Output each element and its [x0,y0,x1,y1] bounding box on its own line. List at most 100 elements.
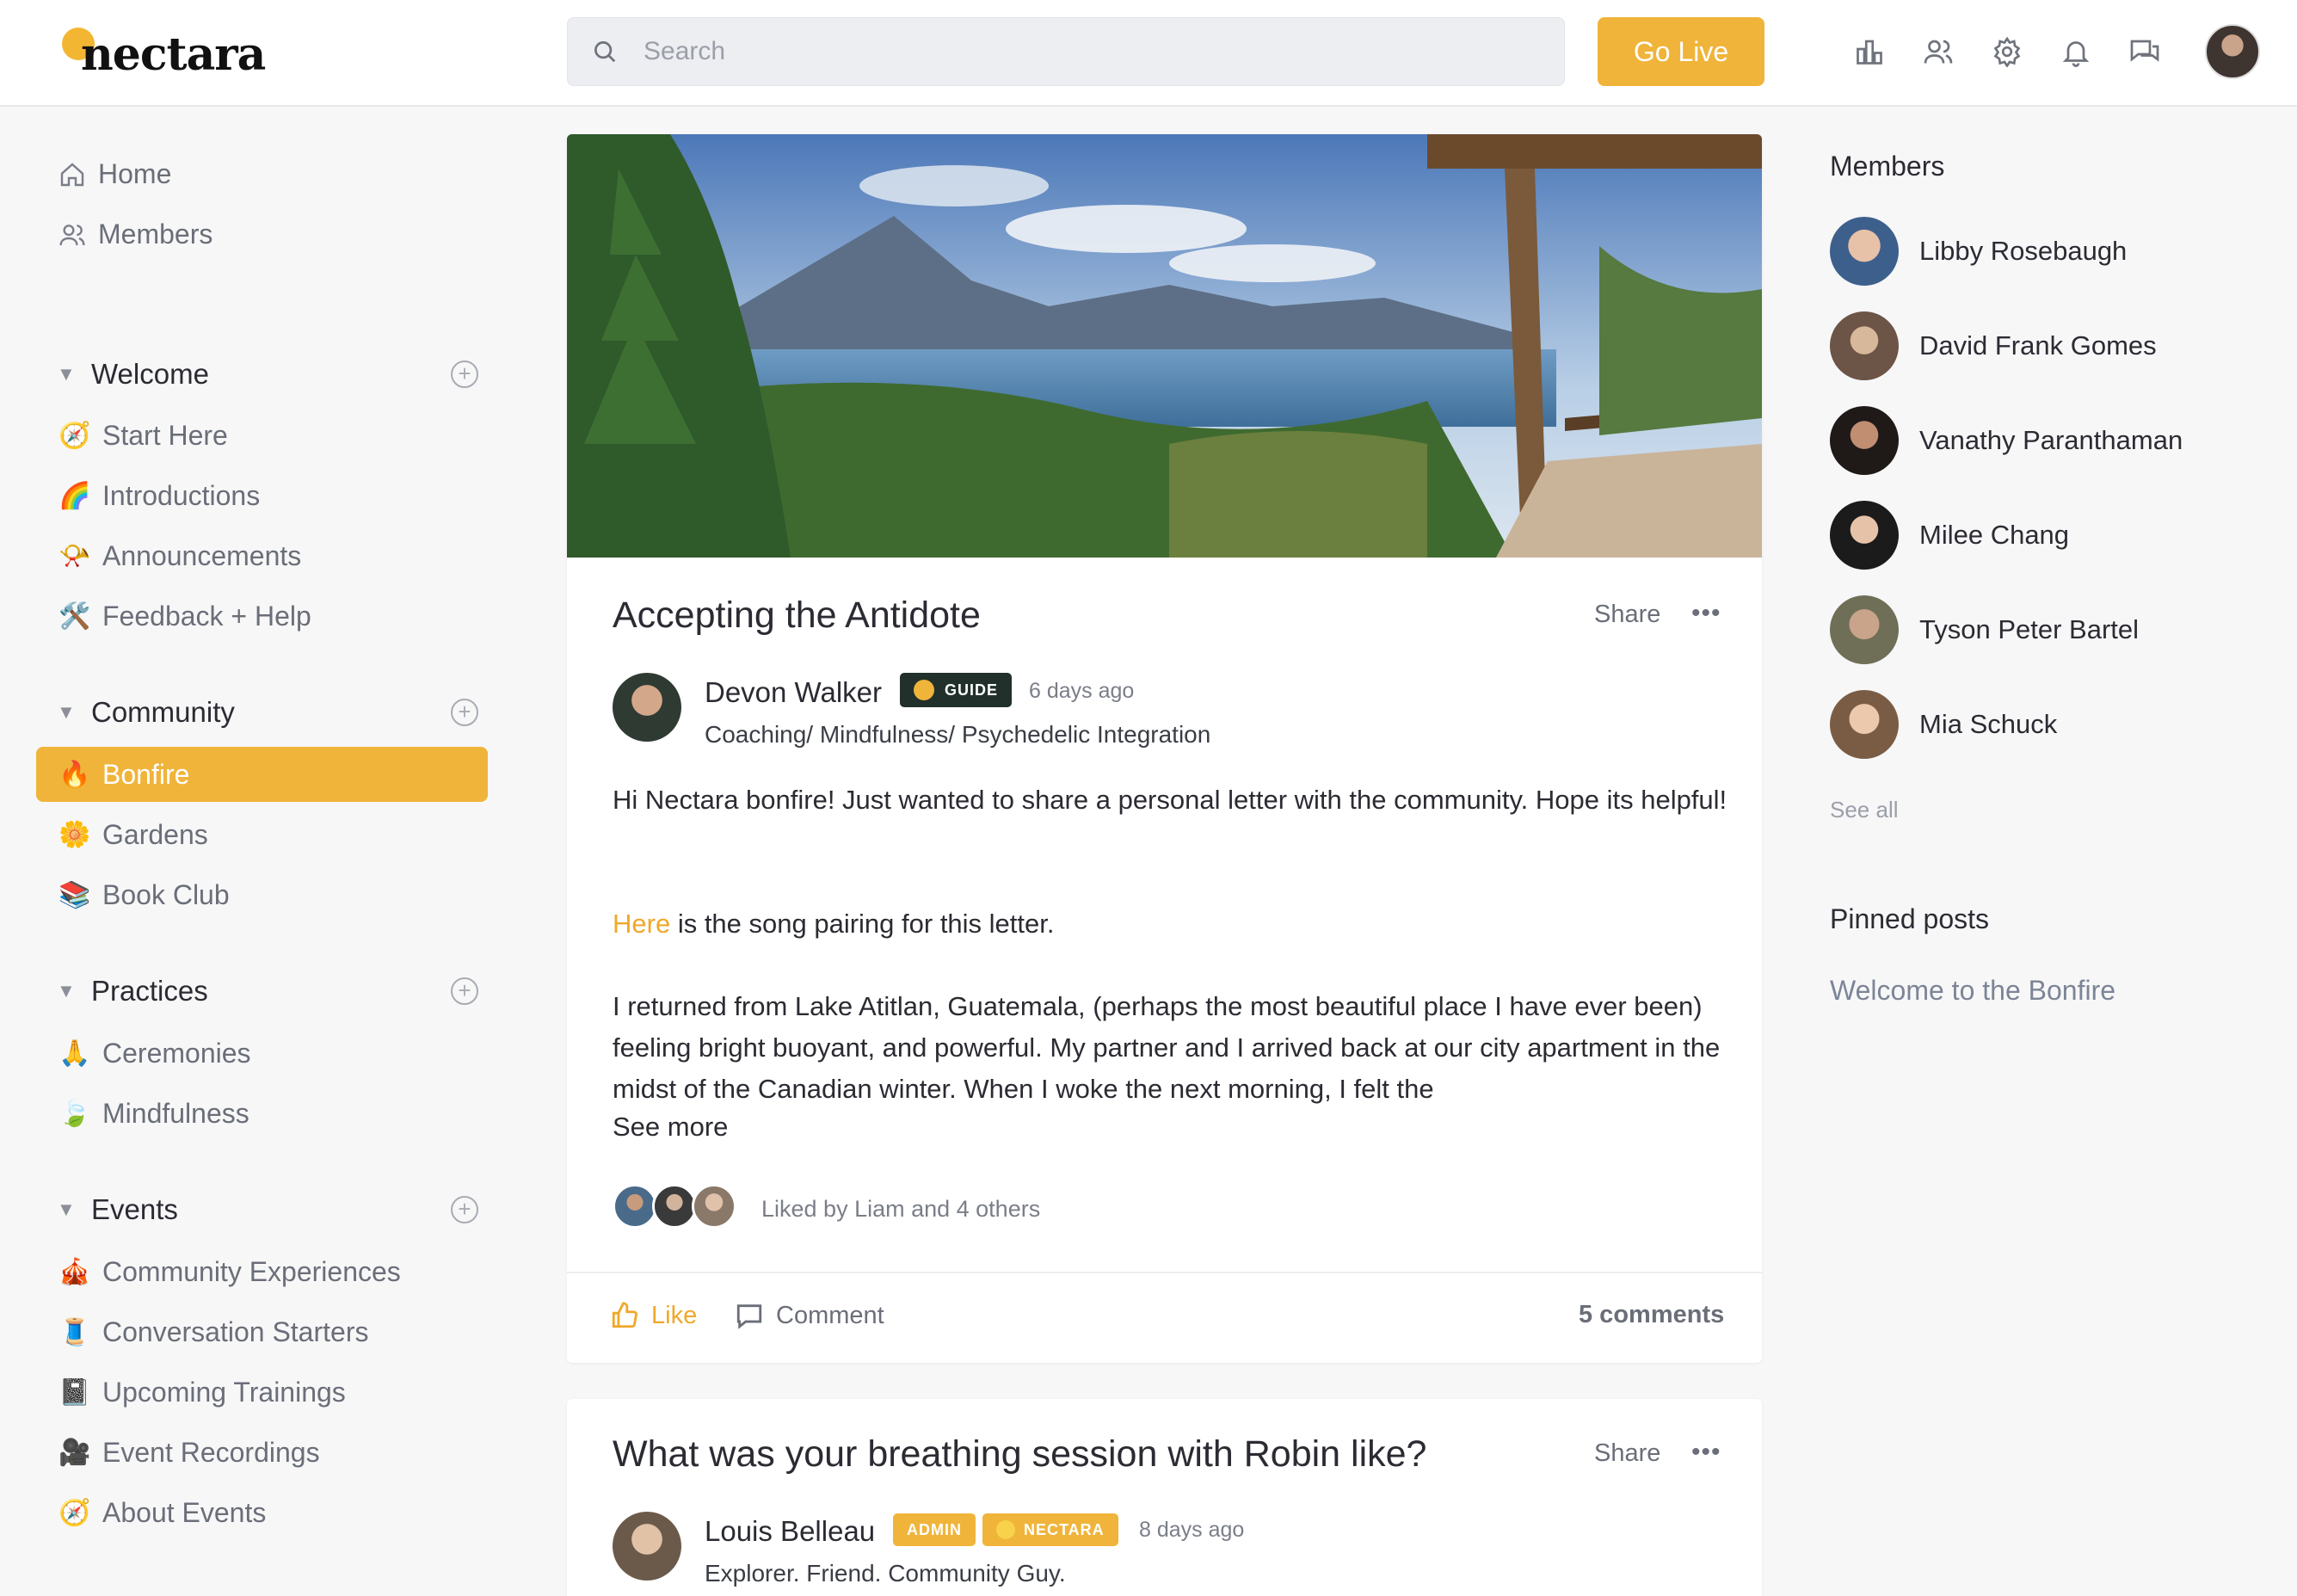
author-avatar[interactable] [613,673,681,742]
channel-introductions[interactable]: 🌈 Introductions [59,480,260,512]
song-link[interactable]: Here [613,909,670,939]
nav-home[interactable]: Home [59,158,171,190]
member-avatar [1830,595,1899,664]
logo-text: nectara [81,28,266,81]
section-welcome[interactable]: ▼ Welcome + [57,358,478,391]
messages-icon[interactable] [2125,26,2165,77]
nectara-logo[interactable]: nectara [60,24,266,84]
channel-label: Conversation Starters [102,1316,369,1347]
divider [567,1272,1762,1273]
member-avatar [1830,501,1899,570]
more-options-icon[interactable]: ••• [1691,1438,1721,1467]
channel-announcements[interactable]: 📯 Announcements [59,540,301,572]
member-name: Mia Schuck [1919,709,2058,739]
member-row[interactable]: Tyson Peter Bartel [1830,595,2139,664]
liker-avatar [652,1184,697,1229]
channel-book-club[interactable]: 📚 Book Club [59,879,230,911]
member-row[interactable]: Vanathy Paranthaman [1830,406,2183,475]
comments-count-link[interactable]: 5 comments [1579,1301,1724,1329]
pinned-posts-heading: Pinned posts [1830,903,1990,934]
author-subtitle: Explorer. Friend. Community Guy. [705,1560,1066,1587]
channel-event-recordings[interactable]: 🎥 Event Recordings [59,1437,320,1469]
badge-label: ADMIN [907,1520,962,1538]
add-channel-icon[interactable]: + [451,360,478,388]
share-button[interactable]: Share [1594,1439,1660,1468]
leaderboard-icon[interactable] [1850,26,1889,77]
nav-members[interactable]: Members [59,219,212,250]
share-button[interactable]: Share [1594,601,1660,629]
admin-badge: ADMIN [893,1513,976,1546]
search-icon [592,39,644,65]
post-title[interactable]: What was your breathing session with Rob… [613,1433,1426,1476]
member-avatar [1830,311,1899,380]
notifications-icon[interactable] [2056,26,2096,77]
add-channel-icon[interactable]: + [451,699,478,726]
likes-summary[interactable]: Liked by Liam and 4 others [761,1196,1040,1223]
section-title: Welcome [91,358,209,390]
channel-conversation-starters[interactable]: 🧵 Conversation Starters [59,1316,368,1348]
fire-icon: 🔥 [59,760,91,789]
post-card: Accepting the Antidote Share ••• Devon W… [567,134,1762,1363]
post-body-p2-text: is the song pairing for this letter. [670,909,1055,939]
section-events[interactable]: ▼ Events + [57,1193,478,1226]
sun-badge-icon [996,1520,1015,1539]
like-button[interactable]: Like [610,1301,697,1330]
members-icon[interactable] [1918,26,1958,77]
channel-about-events[interactable]: 🧭 About Events [59,1497,266,1529]
channel-gardens[interactable]: 🌼 Gardens [59,819,208,851]
go-live-button[interactable]: Go Live [1598,17,1764,86]
likers-avatars[interactable] [613,1184,736,1229]
circus-tent-icon: 🎪 [59,1258,91,1286]
section-title: Practices [91,975,208,1007]
channel-label: Announcements [102,540,302,571]
flower-badge-icon [914,680,934,700]
horn-icon: 📯 [59,542,91,570]
post-title[interactable]: Accepting the Antidote [613,595,981,637]
user-avatar[interactable] [2205,24,2260,79]
member-row[interactable]: David Frank Gomes [1830,311,2157,380]
author-name[interactable]: Devon Walker [705,676,882,709]
channel-upcoming-trainings[interactable]: 📓 Upcoming Trainings [59,1377,346,1408]
member-name: Libby Rosebaugh [1919,236,2128,266]
channel-label: Ceremonies [102,1038,251,1069]
author-avatar[interactable] [613,1512,681,1581]
liker-avatar [613,1184,657,1229]
member-row[interactable]: Milee Chang [1830,501,2069,570]
liker-avatar [692,1184,736,1229]
see-all-members-link[interactable]: See all [1830,797,1899,823]
channel-label: Upcoming Trainings [102,1377,346,1408]
more-options-icon[interactable]: ••• [1691,599,1721,628]
search-input[interactable] [644,18,1564,85]
see-more-link[interactable]: See more [613,1106,728,1148]
caret-down-icon: ▼ [57,701,76,723]
comment-label: Comment [776,1301,884,1329]
author-name[interactable]: Louis Belleau [705,1515,875,1548]
comment-button[interactable]: Comment [735,1301,884,1330]
add-channel-icon[interactable]: + [451,977,478,1005]
member-avatar [1830,217,1899,286]
section-community[interactable]: ▼ Community + [57,696,478,729]
member-name: Milee Chang [1919,520,2070,550]
search-bar[interactable] [567,17,1565,86]
caret-down-icon: ▼ [57,980,76,1001]
settings-icon[interactable] [1987,26,2027,77]
section-title: Community [91,696,235,728]
channel-label: Feedback + Help [102,601,311,632]
channel-community-experiences[interactable]: 🎪 Community Experiences [59,1256,401,1288]
guide-badge: GUIDE [900,673,1013,707]
member-row[interactable]: Mia Schuck [1830,690,2057,759]
left-sidebar: Home Members ▼ Welcome + 🧭 Start Here 🌈 In… [0,108,516,1596]
member-row[interactable]: Libby Rosebaugh [1830,217,2127,286]
post-time: 6 days ago [1029,679,1135,703]
pinned-post-link[interactable]: Welcome to the Bonfire [1830,975,2115,1007]
channel-feedback-help[interactable]: 🛠️ Feedback + Help [59,601,311,632]
channel-mindfulness[interactable]: 🍃 Mindfulness [59,1098,249,1130]
thumbs-up-icon [610,1301,639,1330]
add-channel-icon[interactable]: + [451,1196,478,1223]
channel-ceremonies[interactable]: 🙏 Ceremonies [59,1038,251,1069]
channel-label: Bonfire [102,758,190,790]
channel-bonfire[interactable]: 🔥 Bonfire [36,747,488,802]
section-practices[interactable]: ▼ Practices + [57,975,478,1008]
channel-label: Gardens [102,819,208,850]
channel-start-here[interactable]: 🧭 Start Here [59,420,228,452]
